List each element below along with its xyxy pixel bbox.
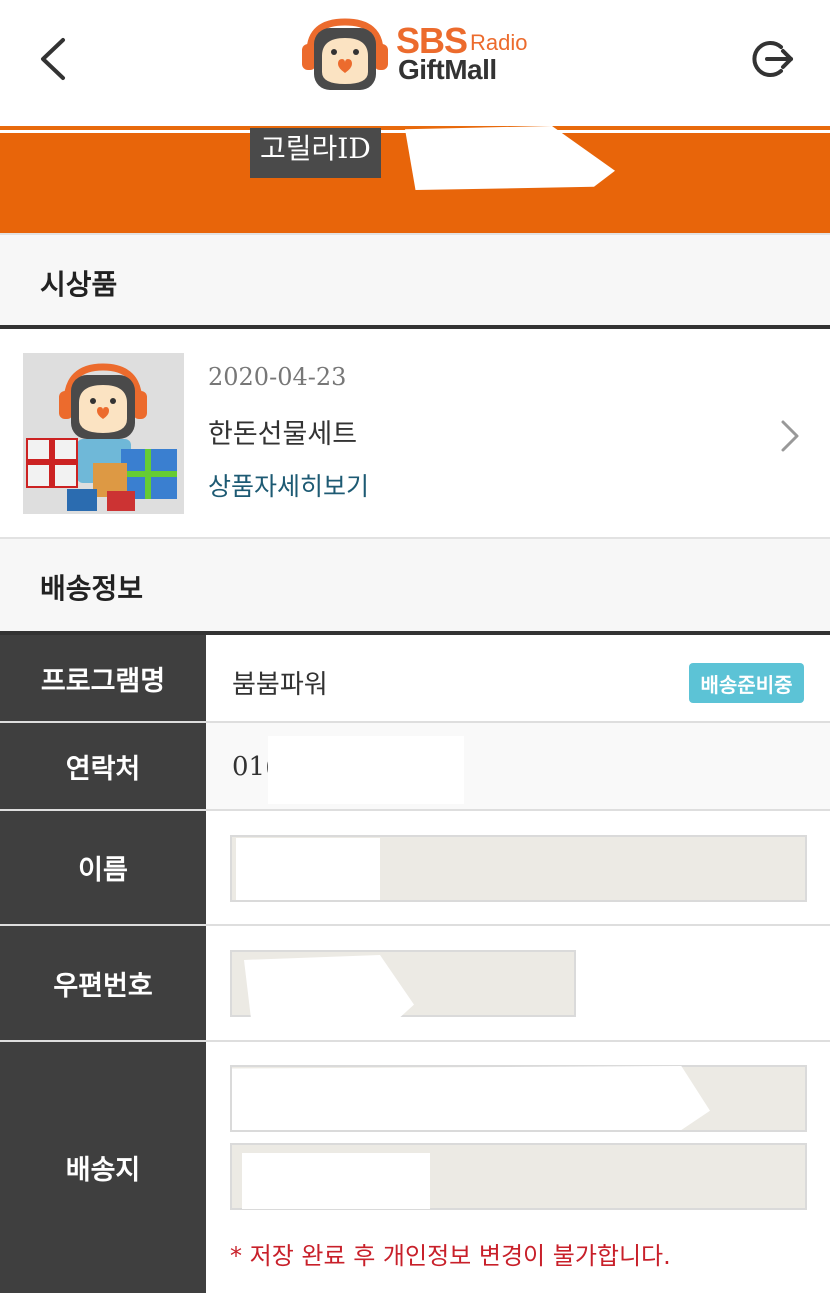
address-label: 배송지 [0, 1042, 206, 1293]
product-detail-link[interactable]: 상품자세히보기 [208, 467, 369, 503]
redacted-phone [268, 736, 464, 804]
program-label: 프로그램명 [0, 635, 206, 721]
program-value: 붐붐파워 [232, 670, 328, 700]
redacted-name [236, 838, 380, 900]
prize-section-title: 시상품 [40, 268, 118, 301]
logout-icon [752, 41, 793, 77]
name-label: 이름 [0, 811, 206, 924]
redacted-address [232, 1066, 710, 1130]
prize-name: 한돈선물세트 [208, 419, 358, 450]
chevron-right-icon[interactable] [775, 418, 805, 454]
logout-button[interactable] [748, 36, 798, 82]
mascot-gift-illustration [23, 353, 184, 514]
status-badge: 배송준비중 [689, 663, 804, 703]
back-button[interactable] [28, 32, 76, 86]
redacted-address-detail [242, 1153, 430, 1209]
mascot-logo-icon [302, 18, 388, 90]
sbs-giftmall-logo[interactable]: SBS Radio GiftMall [300, 16, 540, 92]
logo-giftmall-text: GiftMall [398, 54, 497, 85]
delivery-section-title: 배송정보 [40, 572, 144, 605]
privacy-notice: * 저장 완료 후 개인정보 변경이 불가합니다. [230, 1242, 671, 1270]
delivery-section-header: 배송정보 [0, 537, 830, 633]
back-arrow-icon [41, 38, 65, 80]
prize-section-header: 시상품 [0, 233, 830, 327]
contact-label: 연락처 [0, 723, 206, 809]
prize-date: 2020-04-23 [208, 363, 347, 391]
logo-radio-text: Radio [470, 30, 528, 55]
gorilla-id-label: 고릴라ID [250, 128, 381, 178]
prize-image [23, 353, 184, 514]
postal-code-label: 우편번호 [0, 926, 206, 1040]
